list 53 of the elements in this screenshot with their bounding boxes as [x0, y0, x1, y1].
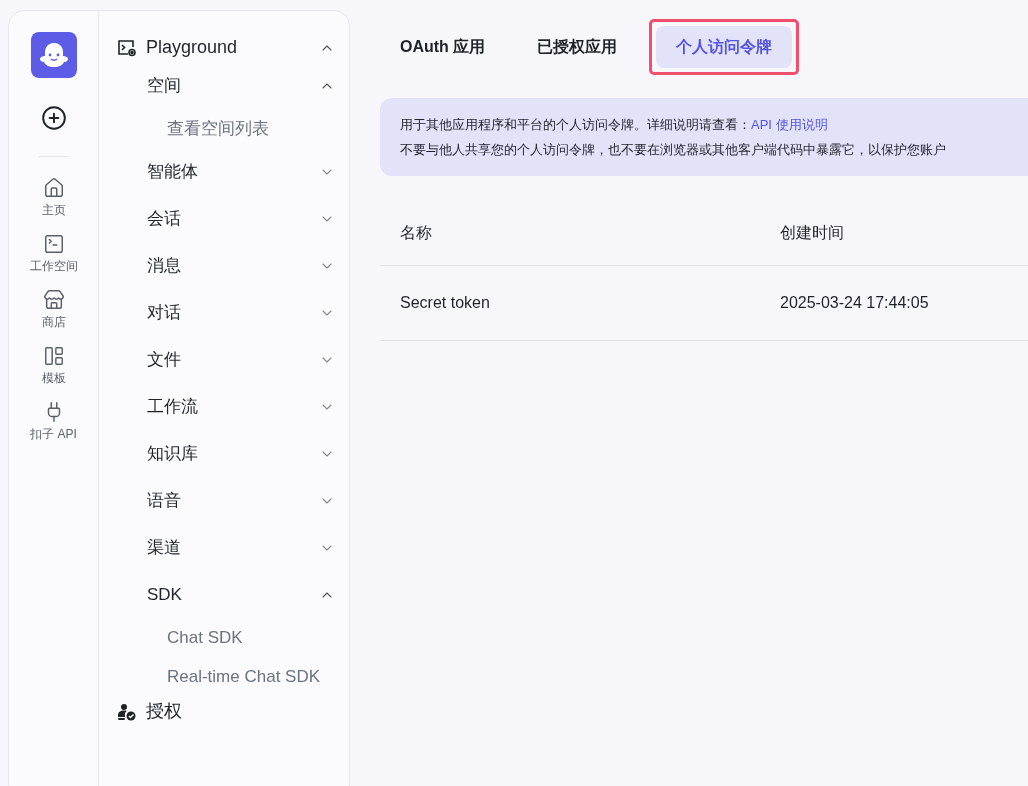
- menu-item[interactable]: 知识库: [117, 429, 335, 479]
- tab[interactable]: 已授权应用: [517, 26, 638, 68]
- table-cell: Secret token: [400, 294, 490, 311]
- menu-group-label: 授权: [146, 700, 183, 723]
- menu-item-label: 文件: [147, 349, 182, 372]
- submenu-item[interactable]: Chat SDK: [117, 617, 335, 659]
- user-check-icon: [117, 702, 137, 721]
- layout-icon: [42, 345, 65, 367]
- ghost-logo-icon: [37, 40, 70, 70]
- submenu-item[interactable]: Real-time Chat SDK: [117, 656, 335, 698]
- menu-item[interactable]: 工作流: [117, 382, 335, 432]
- menu-item-label: 知识库: [147, 443, 199, 466]
- add-circle-icon: [40, 105, 67, 131]
- notice-text: 不要与他人共享您的个人访问令牌，也不要在浏览器或其他客户端代码中暴露它，以保护您账户: [400, 141, 947, 159]
- rail-nav-item[interactable]: 商店: [41, 289, 66, 328]
- menu-item[interactable]: 会话: [117, 194, 335, 244]
- menu-item-label: 工作流: [147, 396, 199, 419]
- menu-item-label: 会话: [147, 208, 182, 231]
- menu-item-label: 空间: [147, 75, 182, 98]
- column-header: 名称: [400, 223, 432, 241]
- menu-item-label: 智能体: [147, 161, 199, 184]
- terminal-folder-icon: [42, 233, 65, 255]
- menu-item[interactable]: 消息: [117, 241, 335, 291]
- app-logo[interactable]: [30, 32, 77, 78]
- menu-item-label: 渠道: [147, 537, 182, 560]
- menu-item-label: SDK: [147, 584, 183, 607]
- column-header: 创建时间: [780, 223, 844, 241]
- tab[interactable]: 个人访问令牌: [656, 26, 793, 68]
- tab[interactable]: OAuth 应用: [380, 26, 506, 68]
- notice-text: 用于其他应用程序和平台的个人访问令牌。详细说明请查看：API 使用说明: [400, 116, 829, 134]
- rail-nav-item[interactable]: 工作空间: [29, 233, 78, 272]
- rail-nav-item[interactable]: 扣子 API: [30, 401, 77, 440]
- menu-group-header[interactable]: 授权: [117, 698, 335, 725]
- rail-nav-item[interactable]: 主页: [41, 177, 66, 216]
- menu-item[interactable]: 空间: [117, 61, 335, 111]
- menu-item[interactable]: 渠道: [117, 523, 335, 573]
- home-icon: [42, 177, 65, 199]
- rail-nav-item[interactable]: 模板: [41, 345, 66, 384]
- menu-item[interactable]: 语音: [117, 476, 335, 526]
- menu-item[interactable]: 智能体: [117, 147, 335, 197]
- terminal-window-icon: [117, 38, 137, 57]
- menu-item[interactable]: SDK: [117, 570, 335, 620]
- menu-item[interactable]: 文件: [117, 335, 335, 385]
- menu-item-label: 对话: [147, 302, 182, 325]
- submenu-item[interactable]: 查看空间列表: [117, 108, 335, 150]
- table-cell: 2025-03-24 17:44:05: [780, 294, 929, 311]
- menu-item[interactable]: 对话: [117, 288, 335, 338]
- menu-group-header[interactable]: Playground: [117, 34, 335, 61]
- store-icon: [42, 289, 65, 311]
- api-docs-link[interactable]: API 使用说明: [751, 117, 828, 132]
- menu-item-label: 消息: [147, 255, 182, 278]
- menu-item-label: 语音: [147, 490, 182, 513]
- menu-group-label: Playground: [146, 36, 239, 59]
